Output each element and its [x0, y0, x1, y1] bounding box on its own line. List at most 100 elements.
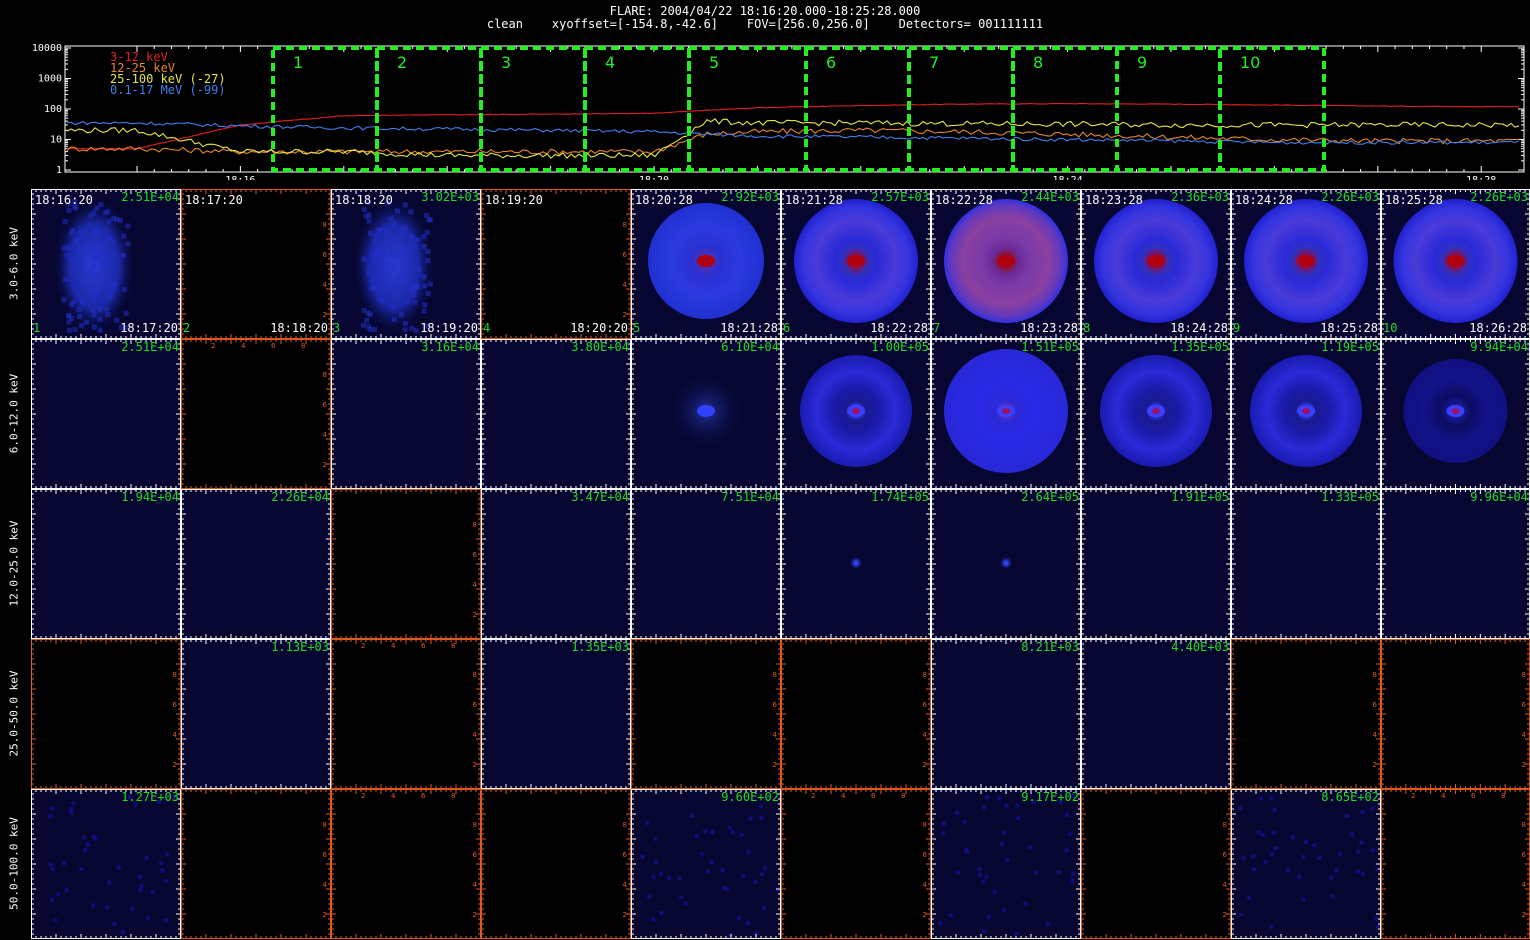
blotch-pixel — [114, 317, 120, 323]
image-panel — [781, 489, 931, 639]
axis-tick-label: 2 — [323, 311, 327, 319]
blotch-pixel — [70, 228, 76, 234]
blotch-pixel — [413, 328, 419, 334]
image-panel — [181, 489, 331, 639]
blotch-pixel — [405, 299, 411, 305]
source-peak — [1152, 408, 1160, 414]
blotch-pixel — [91, 295, 97, 301]
blotch-pixel — [79, 262, 85, 268]
axis-tick-label: 6 — [271, 342, 276, 350]
panel-background — [181, 639, 331, 789]
image-panel — [1081, 339, 1231, 489]
blotch-pixel — [92, 229, 98, 235]
panel-background — [631, 489, 781, 639]
axis-tick-label: 6 — [473, 551, 478, 559]
image-panel — [31, 339, 181, 489]
axis-tick-label: 2 — [323, 461, 327, 469]
axis-tick-label: 4 — [473, 581, 478, 589]
blotch-pixel — [366, 218, 372, 224]
blotch-pixel — [64, 252, 70, 258]
source-core — [1446, 255, 1465, 267]
blotch-pixel — [425, 249, 431, 255]
panel-background — [331, 339, 481, 489]
image-panel — [481, 639, 631, 789]
blotch-pixel — [372, 271, 378, 277]
blotch-pixel — [416, 266, 422, 272]
blotch-pixel — [369, 285, 375, 291]
blotch-pixel — [425, 258, 431, 264]
blotch-pixel — [395, 208, 401, 214]
blotch-pixel — [69, 315, 75, 321]
image-panel — [781, 189, 931, 339]
blotch-pixel — [415, 283, 421, 289]
blotch-pixel — [91, 324, 97, 330]
source-core — [697, 405, 715, 417]
blotch-pixel — [61, 297, 67, 303]
blotch-pixel — [422, 283, 428, 289]
panel-background — [31, 489, 181, 639]
blotch-pixel — [120, 253, 126, 259]
blotch-pixel — [371, 257, 377, 263]
blotch-pixel — [91, 312, 97, 318]
image-panel: 2 4 6 8 — [31, 639, 181, 789]
blotch-pixel — [406, 243, 412, 249]
panel-background — [31, 639, 181, 789]
blotch-pixel — [412, 299, 418, 305]
blotch-pixel — [375, 284, 381, 290]
image-panel: 2 2 4 4 6 6 8 8 — [331, 639, 481, 789]
source-core — [1147, 255, 1165, 267]
blotch-pixel — [69, 302, 75, 308]
image-panel — [1231, 339, 1381, 489]
blotch-pixel — [421, 234, 427, 240]
blotch-pixel — [402, 202, 408, 208]
axis-tick-label: 6 — [923, 701, 928, 709]
blotch-pixel — [421, 274, 427, 280]
blotch-pixel — [83, 319, 89, 325]
blotch-pixel — [370, 277, 376, 283]
blotch-pixel — [66, 207, 72, 213]
blotch-pixel — [384, 270, 390, 276]
blotch-pixel — [421, 308, 427, 314]
blotch-pixel — [399, 229, 405, 235]
axis-tick-label: 8 — [623, 221, 627, 229]
blotch-pixel — [108, 289, 114, 295]
blotch-pixel — [383, 281, 389, 287]
axis-tick-label: 2 — [211, 342, 215, 350]
image-panel — [31, 489, 181, 639]
image-panel — [781, 339, 931, 489]
panel-background — [1081, 489, 1231, 639]
axis-tick-label: 8 — [173, 671, 177, 679]
blotch-pixel — [72, 327, 78, 333]
image-panel — [931, 489, 1081, 639]
blotch-pixel — [391, 221, 397, 227]
image-panel: 2 4 6 8 — [631, 639, 781, 789]
panel-background — [181, 189, 331, 339]
blotch-pixel — [367, 230, 373, 236]
blotch-pixel — [428, 281, 434, 287]
blotch-pixel — [388, 216, 394, 222]
panel-background — [181, 339, 331, 489]
blotch-pixel — [379, 296, 385, 302]
blotch-pixel — [69, 256, 75, 262]
blotch-pixel — [375, 227, 381, 233]
panel-background — [481, 489, 631, 639]
panel-background — [481, 639, 631, 789]
image-panel — [1081, 489, 1231, 639]
blotch-pixel — [88, 213, 94, 219]
axis-tick-label: 4 — [473, 731, 478, 739]
blotch-pixel — [105, 263, 111, 269]
panel-background — [931, 639, 1081, 789]
axis-tick-label: 4 — [391, 642, 396, 650]
blotch-pixel — [62, 277, 68, 283]
source-peak — [1302, 408, 1310, 414]
image-panel: 2 4 6 8 — [781, 639, 931, 789]
panel-background — [1381, 489, 1530, 639]
source-peak — [1451, 408, 1460, 414]
image-panel — [1381, 489, 1530, 639]
source-core — [1297, 255, 1315, 267]
blotch-pixel — [94, 271, 100, 277]
axis-tick-label: 4 — [923, 731, 928, 739]
axis-tick-label: 4 — [323, 431, 328, 439]
image-panel — [931, 639, 1081, 789]
blotch-pixel — [65, 245, 71, 251]
